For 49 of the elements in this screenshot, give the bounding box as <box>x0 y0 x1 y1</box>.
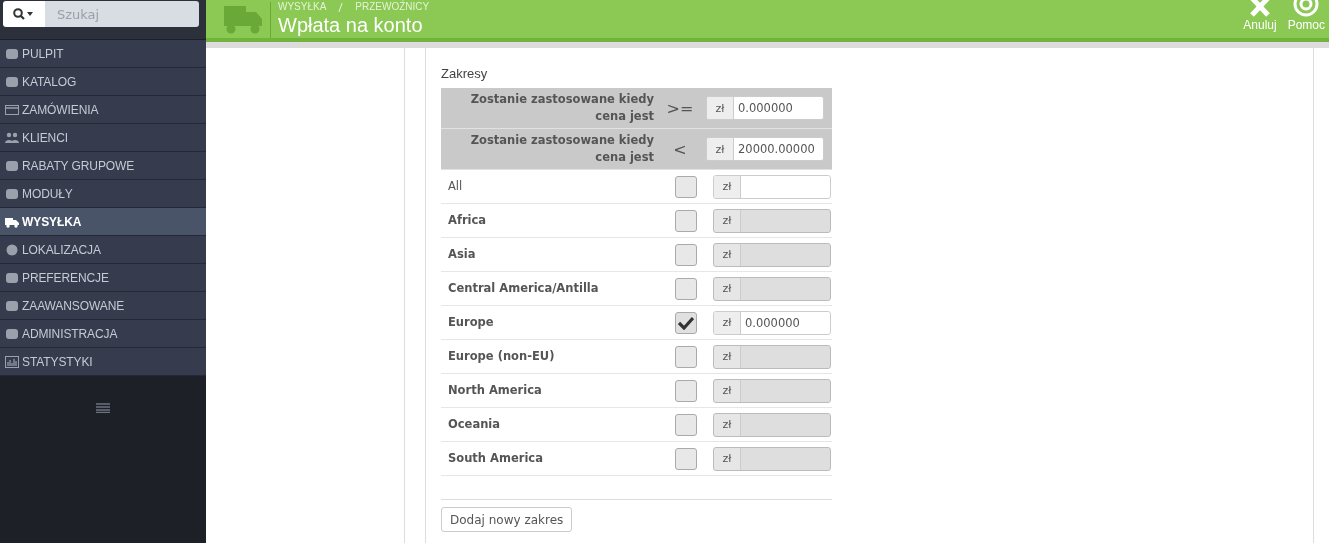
menu-item-icon <box>5 271 19 284</box>
zone-name: Oceania <box>447 416 502 431</box>
nav-item[interactable]: ZAAWANSOWANE <box>0 292 206 320</box>
zone-name: Central America/Antilla <box>447 280 600 295</box>
menu-icon[interactable] <box>96 403 110 413</box>
price-field[interactable]: zł <box>713 174 831 199</box>
price-field[interactable]: zł 20000.00000 <box>706 137 824 161</box>
close-icon <box>1248 0 1271 17</box>
zone-name: Africa <box>447 212 488 227</box>
zone-name: South America <box>447 450 544 465</box>
nav-item[interactable]: PREFERENCJE <box>0 264 206 292</box>
nav-item[interactable]: ADMINISTRACJA <box>0 320 206 348</box>
condition-label: Zostanie zastosowane kiedy cena jest <box>469 91 654 125</box>
nav-item[interactable]: KATALOG <box>0 68 206 96</box>
add-range-button[interactable]: Dodaj nowy zakres <box>441 507 573 532</box>
menu-item-icon <box>5 103 19 116</box>
zone-name: Europe <box>447 314 495 329</box>
zone-name: Asia <box>447 246 477 261</box>
menu-item-icon <box>5 243 19 256</box>
menu-item-icon <box>5 47 19 60</box>
menu-item-icon <box>5 131 19 144</box>
nav-item[interactable]: RABATY GRUPOWE <box>0 152 206 180</box>
menu-item-icon <box>5 355 19 368</box>
menu-item-icon <box>5 75 19 88</box>
page-title: Wpłata na konto <box>278 13 424 37</box>
price-field[interactable]: zł 0.000000 <box>706 96 824 120</box>
operator-label: < <box>672 139 688 159</box>
search-field[interactable]: Szukaj <box>45 1 199 27</box>
zone-name: All <box>447 178 464 193</box>
nav-item[interactable]: LOKALIZACJA <box>0 236 206 264</box>
nav-item[interactable]: KLIENCI <box>0 124 206 152</box>
condition-label: Zostanie zastosowane kiedy cena jest <box>469 132 654 166</box>
search-icon <box>13 8 35 20</box>
section-title: Zakresy <box>441 66 489 81</box>
zone-name: North America <box>447 382 543 397</box>
search-menu-button[interactable] <box>3 1 45 27</box>
menu-item-icon <box>5 187 19 200</box>
checkbox[interactable] <box>675 175 697 198</box>
operator-label: >= <box>665 98 695 118</box>
menu-item-icon <box>5 299 19 312</box>
menu-item-icon <box>5 327 19 340</box>
nav-item[interactable]: WYSYŁKA <box>0 208 206 236</box>
menu-item-icon <box>5 159 19 172</box>
zone-name: Europe (non-EU) <box>447 348 556 363</box>
menu-item-icon <box>5 215 19 228</box>
nav-item[interactable]: PULPIT <box>0 40 206 68</box>
checkbox[interactable] <box>675 311 697 334</box>
nav-item[interactable]: ZAMÓWIENIA <box>0 96 206 124</box>
price-field[interactable]: zł 0.000000 <box>713 310 831 335</box>
